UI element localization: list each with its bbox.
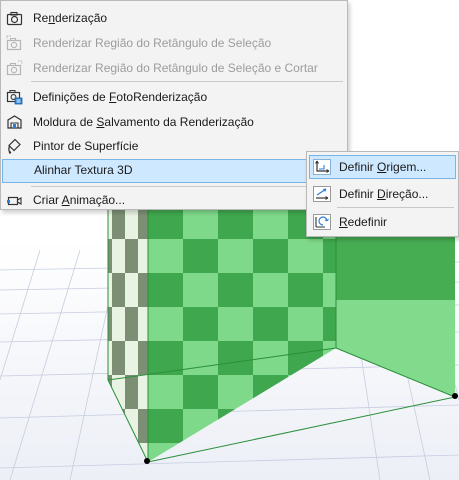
- submenu-item-definir-direcao[interactable]: Definir Direção...: [309, 182, 456, 206]
- menu-item-definicoes-fotorenderizacao[interactable]: Definições de FotoRenderização: [1, 86, 347, 108]
- menu-separator: [31, 81, 343, 82]
- submenu-item-definir-origem[interactable]: Definir Origem...: [309, 155, 456, 179]
- context-menu: Renderização Renderizar Região do Retâng…: [0, 0, 348, 210]
- menu-separator: [31, 186, 343, 187]
- menu-item-criar-animacao[interactable]: Criar Animação...: [1, 189, 347, 211]
- menu-item-pintor-superficie[interactable]: Pintor de Superfície: [1, 135, 347, 157]
- vertex-point[interactable]: [452, 393, 458, 399]
- vertex-point[interactable]: [144, 458, 150, 464]
- submenu-alinhar-textura: Definir Origem... Definir Direção... Red…: [306, 151, 459, 237]
- photorender-settings-icon: [6, 89, 23, 105]
- render-save-frame-icon: [6, 114, 23, 130]
- menu-item-renderizar-regiao[interactable]: Renderizar Região do Retângulo de Seleçã…: [1, 32, 347, 54]
- menu-item-alinhar-textura-3d[interactable]: Alinhar Textura 3D: [2, 159, 347, 183]
- set-direction-icon: [313, 186, 331, 202]
- menu-item-renderizar-regiao-cortar[interactable]: Renderizar Região do Retângulo de Seleçã…: [1, 57, 347, 79]
- surface-painter-icon: [6, 138, 23, 154]
- submenu-separator: [337, 207, 454, 208]
- reset-texture-icon: [313, 214, 331, 230]
- menu-item-moldura-salvamento[interactable]: Moldura de Salvamento da Renderização: [1, 111, 347, 133]
- render-camera-icon: [6, 10, 23, 26]
- submenu-item-redefinir[interactable]: Redefinir: [309, 210, 456, 234]
- menu-item-renderizacao[interactable]: Renderização: [1, 7, 347, 29]
- render-region-icon: [6, 35, 23, 51]
- render-region-crop-icon: [6, 60, 23, 76]
- set-origin-icon: [313, 159, 331, 175]
- create-animation-icon: [6, 192, 23, 208]
